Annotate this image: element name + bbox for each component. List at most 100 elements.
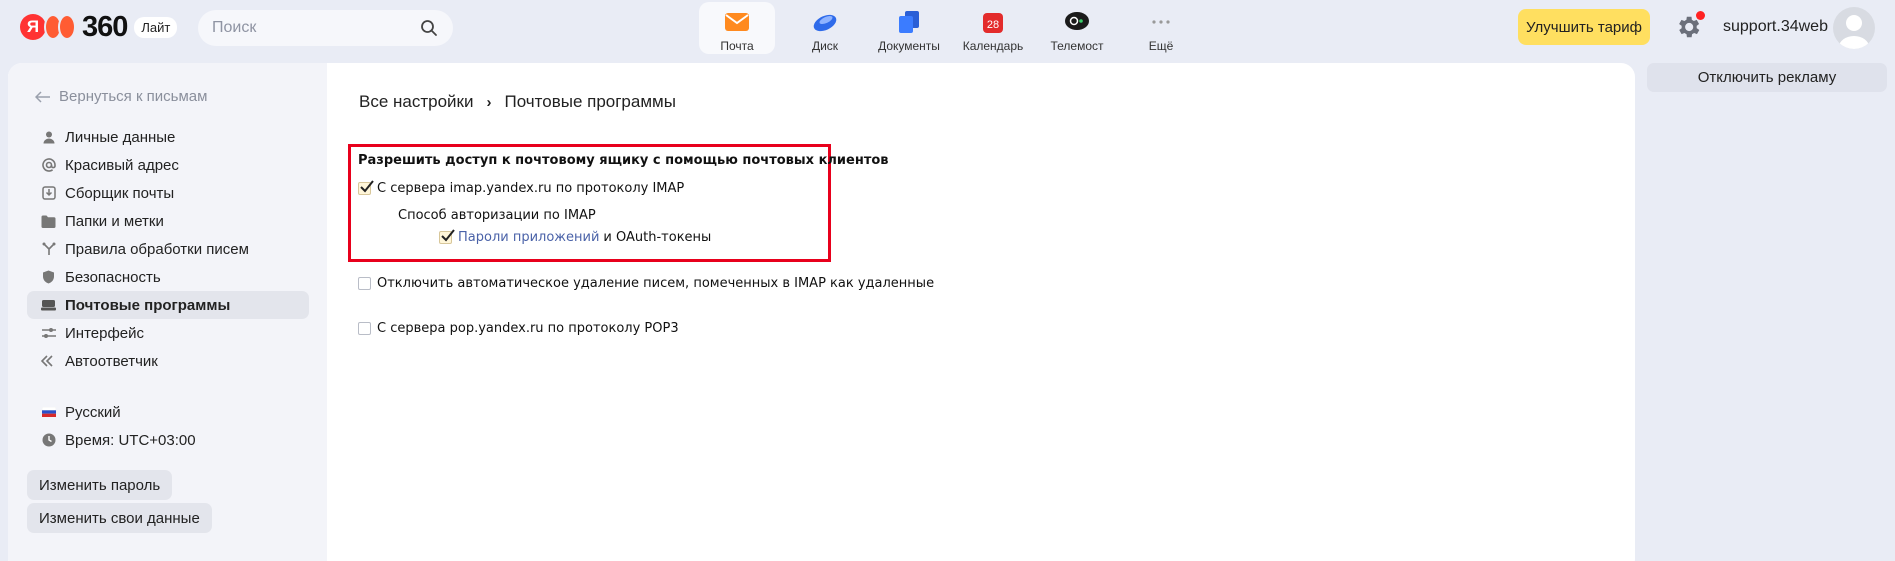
service-label: Календарь (962, 39, 1024, 53)
sidebar-item-label: Красивый адрес (65, 156, 179, 174)
sidebar-item-personal-data[interactable]: Личные данные (27, 123, 309, 151)
timezone-label: Время: UTC+03:00 (65, 431, 196, 449)
pop3-checkbox[interactable] (358, 322, 371, 335)
at-icon (41, 158, 56, 173)
yandex-360-logo[interactable]: Я 360 Лайт (20, 10, 178, 43)
inbox-download-icon (41, 186, 56, 201)
service-more[interactable]: Ещё (1119, 2, 1203, 54)
disk-icon (811, 9, 839, 35)
sidebar-item-folders[interactable]: Папки и метки (27, 207, 309, 235)
sidebar-item-mail-clients[interactable]: Почтовые программы (27, 291, 309, 319)
settings-nav: Личные данные Красивый адрес Сборщик поч… (27, 123, 309, 375)
back-label: Вернуться к письмам (59, 88, 208, 105)
calendar-icon: 28 (979, 9, 1007, 35)
service-mail[interactable]: Почта (699, 2, 775, 54)
sidebar-item-mail-collector[interactable]: Сборщик почты (27, 179, 309, 207)
autoreply-icon (41, 354, 56, 369)
notification-dot (1696, 11, 1705, 20)
avatar[interactable] (1833, 7, 1875, 49)
sidebar-item-interface[interactable]: Интерфейс (27, 319, 309, 347)
svg-text:28: 28 (987, 19, 999, 31)
service-calendar[interactable]: 28 Календарь (951, 2, 1035, 54)
sidebar-item-label: Правила обработки писем (65, 240, 249, 258)
imap-checkbox[interactable] (358, 180, 374, 195)
shield-icon (41, 270, 56, 285)
imap-option: С сервера imap.yandex.ru по протоколу IM… (358, 180, 685, 196)
section-title: Разрешить доступ к почтовому ящику с пом… (358, 153, 889, 168)
plan-badge: Лайт (134, 16, 178, 38)
sidebar-item-label: Интерфейс (65, 324, 145, 342)
yandex-logo-icon: Я (20, 14, 46, 40)
service-label: Документы (878, 39, 940, 53)
sidebar-item-label: Почтовые программы (65, 296, 231, 314)
telemost-icon (1063, 9, 1091, 35)
person-icon (41, 130, 56, 145)
settings-content: Все настройки › Почтовые программы Разре… (327, 63, 1635, 561)
sidebar-item-rules[interactable]: Правила обработки писем (27, 235, 309, 263)
clock-icon (41, 433, 56, 448)
username[interactable]: support.34web (1723, 18, 1828, 36)
auth-method-text: Способ авторизации по IMAP (398, 208, 596, 223)
locale-settings: Русский Время: UTC+03:00 (27, 398, 309, 454)
app-passwords-checkbox[interactable] (439, 229, 455, 244)
disable-ads-button[interactable]: Отключить рекламу (1647, 63, 1887, 92)
no-autodelete-label: Отключить автоматическое удаление писем,… (377, 276, 935, 291)
no-autodelete-checkbox[interactable] (358, 277, 371, 290)
arrow-left-icon (35, 90, 50, 103)
logo-circles-icon (44, 14, 76, 40)
service-documents[interactable]: Документы (867, 2, 951, 54)
service-label: Почта (720, 39, 754, 53)
sidebar-item-security[interactable]: Безопасность (27, 263, 309, 291)
app-passwords-link[interactable]: Пароли приложений (458, 230, 599, 245)
russian-flag-icon (41, 405, 56, 420)
mail-icon (723, 9, 751, 35)
breadcrumb: Все настройки › Почтовые программы (359, 92, 676, 112)
upgrade-plan-button[interactable]: Улучшить тариф (1518, 9, 1650, 45)
change-data-button[interactable]: Изменить свои данные (27, 503, 212, 533)
documents-icon (895, 9, 923, 35)
checkmark-icon (441, 229, 455, 242)
service-disk[interactable]: Диск (783, 2, 867, 54)
sidebar-item-custom-address[interactable]: Красивый адрес (27, 151, 309, 179)
breadcrumb-root-link[interactable]: Все настройки (359, 92, 473, 112)
search-box (198, 10, 453, 46)
change-password-button[interactable]: Изменить пароль (27, 470, 173, 500)
settings-sidebar: Вернуться к письмам Личные данные Красив… (8, 63, 327, 561)
search-input[interactable] (212, 10, 412, 46)
timezone-selector[interactable]: Время: UTC+03:00 (27, 426, 309, 454)
language-selector[interactable]: Русский (27, 398, 309, 426)
service-label: Диск (811, 39, 839, 53)
logo-text: 360 (82, 10, 128, 43)
sidebar-item-label: Автоответчик (65, 352, 158, 370)
sidebar-item-label: Папки и метки (65, 212, 164, 230)
imap-label: С сервера imap.yandex.ru по протоколу IM… (377, 181, 685, 196)
app-passwords-option: Пароли приложений и OAuth-токены (439, 229, 712, 245)
sidebar-item-label: Безопасность (65, 268, 161, 286)
right-column: Отключить рекламу (1647, 63, 1887, 92)
more-icon (1147, 9, 1175, 35)
checkmark-icon (360, 180, 374, 193)
no-autodelete-option: Отключить автоматическое удаление писем,… (358, 276, 934, 291)
app-passwords-suffix: и OAuth-токены (603, 230, 712, 245)
service-label: Ещё (1148, 39, 1174, 53)
service-telemost[interactable]: Телемост (1035, 2, 1119, 54)
breadcrumb-current: Почтовые программы (504, 92, 676, 111)
top-header: Я 360 Лайт Почта Диск Документы (0, 0, 1895, 62)
sidebar-item-autoreply[interactable]: Автоответчик (27, 347, 309, 375)
search-icon[interactable] (420, 19, 438, 37)
rules-icon (41, 242, 56, 257)
chevron-right-icon: › (486, 93, 492, 111)
services-bar: Почта Диск Документы 28 Календарь Телемо… (699, 2, 1203, 54)
sidebar-item-label: Личные данные (65, 128, 176, 146)
settings-panel: Вернуться к письмам Личные данные Красив… (8, 63, 1635, 561)
sidebar-item-label: Сборщик почты (65, 184, 175, 202)
user-avatar-icon (1839, 15, 1869, 49)
sliders-icon (41, 326, 56, 341)
language-label: Русский (65, 403, 121, 421)
pop3-option: С сервера pop.yandex.ru по протоколу POP… (358, 321, 679, 336)
pop3-label: С сервера pop.yandex.ru по протоколу POP… (377, 321, 679, 336)
mail-clients-icon (41, 298, 56, 313)
auth-method-label: Способ авторизации по IMAP (398, 208, 596, 223)
back-to-mail-link[interactable]: Вернуться к письмам (35, 88, 207, 105)
folder-icon (41, 214, 56, 229)
